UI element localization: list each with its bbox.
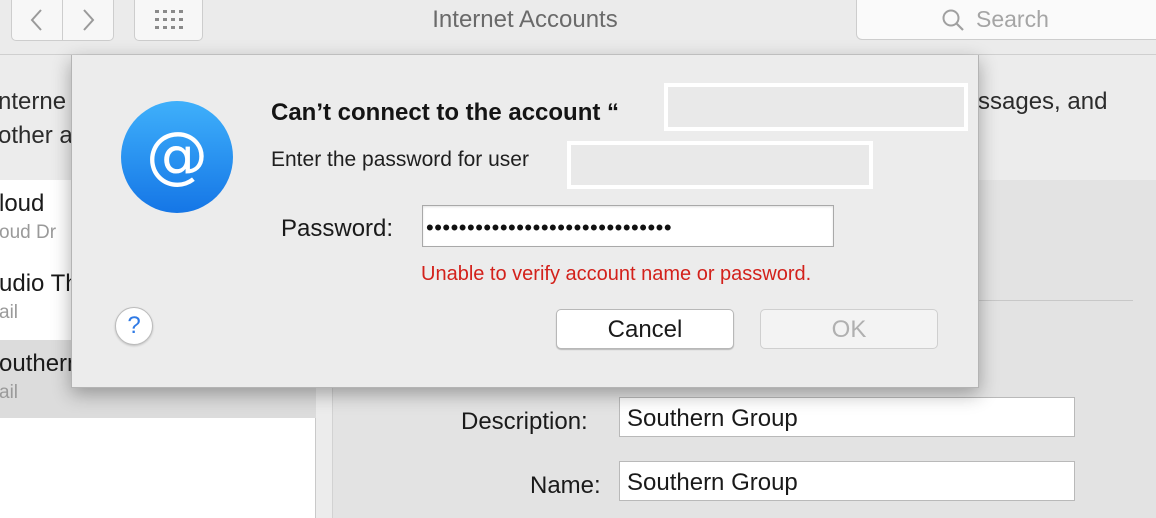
description-text-fragment: other a <box>0 122 73 149</box>
name-label: Name: <box>530 472 601 499</box>
help-button[interactable]: ? <box>115 307 153 345</box>
account-subtitle: ail <box>0 302 19 323</box>
at-sign-icon: @ <box>121 101 233 213</box>
description-text-fragment: ssages, and <box>978 88 1108 115</box>
redacted-username <box>567 141 873 189</box>
description-text-fragment: nterne <box>0 88 67 115</box>
account-name: loud <box>0 190 45 217</box>
grid-icon <box>154 10 183 29</box>
account-subtitle: ail <box>0 382 19 403</box>
account-name: outhern <box>0 350 81 377</box>
dialog-title: Can’t connect to the account “ <box>271 99 620 126</box>
dialog-subtitle: Enter the password for user <box>271 148 529 171</box>
description-label: Description: <box>461 408 588 435</box>
account-subtitle: oud Dr <box>0 222 57 243</box>
nav-buttons <box>11 0 114 41</box>
password-label: Password: <box>281 215 394 242</box>
account-name: udio Th <box>0 270 79 297</box>
name-field[interactable]: Southern Group <box>619 461 1075 501</box>
search-placeholder: Search <box>976 6 1049 32</box>
forward-button[interactable] <box>62 0 113 40</box>
password-field[interactable]: •••••••••••••••••••••••••••••• <box>422 205 834 247</box>
description-field[interactable]: Southern Group <box>619 397 1075 437</box>
svg-text:@: @ <box>146 118 208 191</box>
password-dialog: @ Can’t connect to the account “ Enter t… <box>71 55 979 388</box>
error-message: Unable to verify account name or passwor… <box>421 263 812 285</box>
search-input[interactable]: Search <box>856 0 1156 40</box>
search-icon <box>942 9 964 31</box>
show-all-button[interactable] <box>134 0 203 41</box>
chevron-right-icon <box>83 9 95 31</box>
chevron-left-icon <box>30 9 42 31</box>
cancel-button[interactable]: Cancel <box>556 309 734 349</box>
window-title: Internet Accounts <box>432 6 618 33</box>
toolbar: Internet Accounts Search <box>0 0 1156 55</box>
redacted-account-name <box>664 83 968 131</box>
back-button[interactable] <box>12 0 62 40</box>
ok-button[interactable]: OK <box>760 309 938 349</box>
